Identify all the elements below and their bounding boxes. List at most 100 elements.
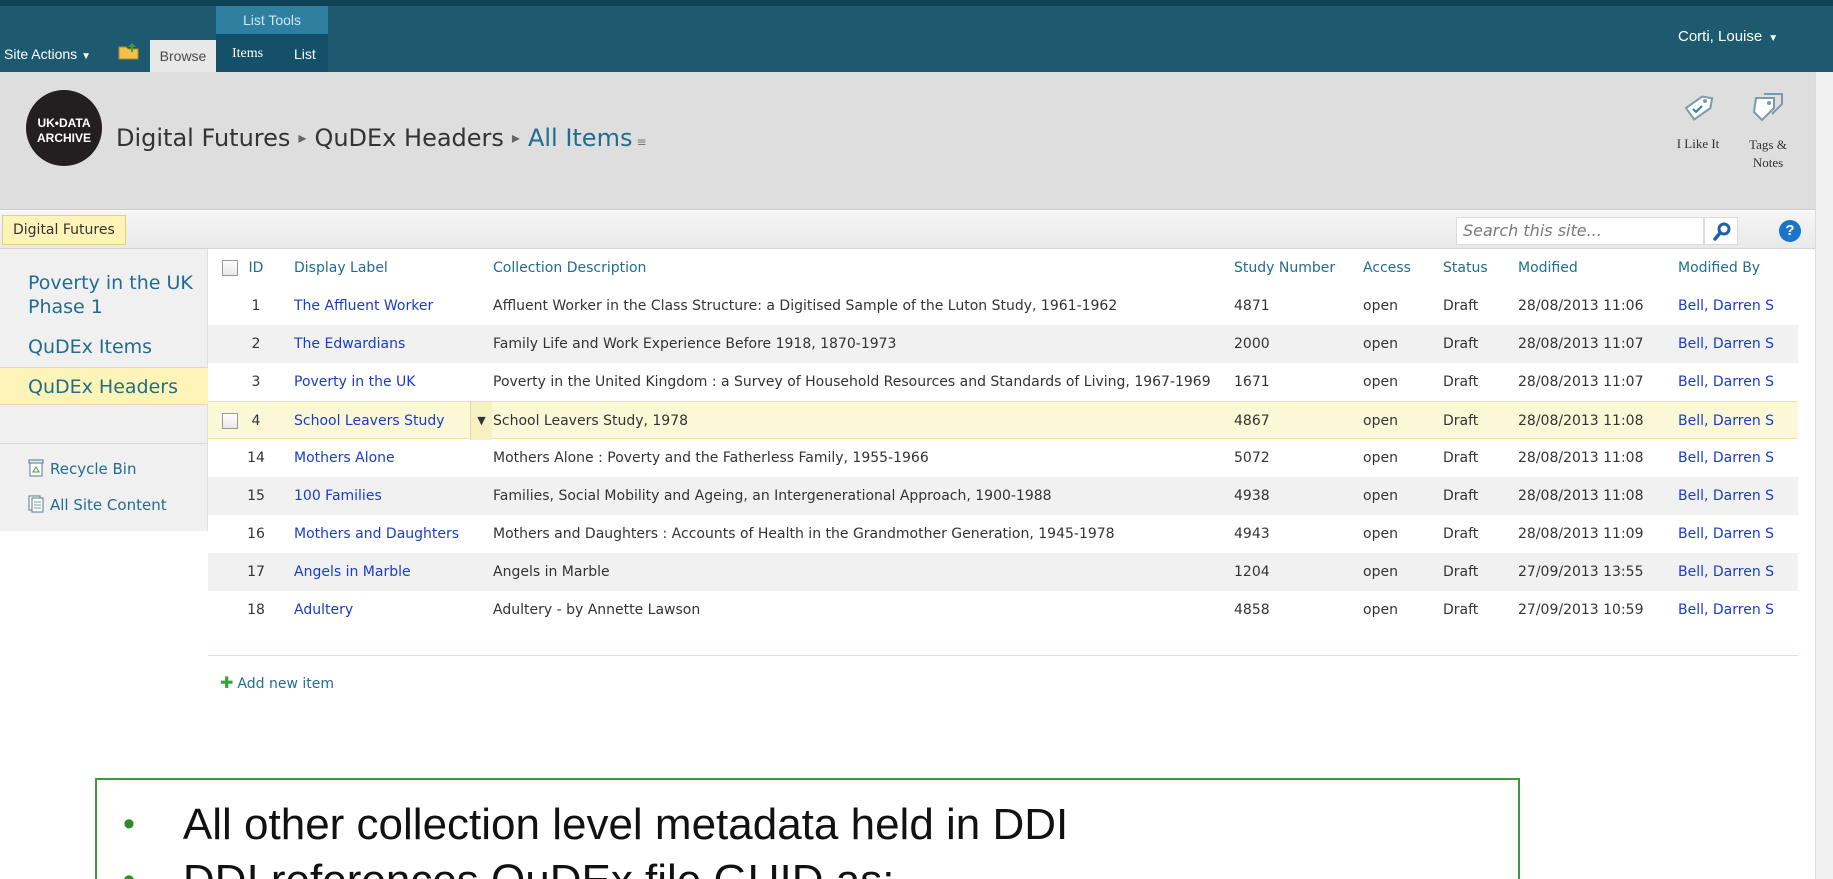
callout-bullet: • DDI references QuDEx file GUID as: — [123, 856, 894, 879]
table-row[interactable]: 17 Angels in Marble Angels in Marble 120… — [208, 553, 1798, 591]
search-button[interactable] — [1704, 217, 1738, 245]
cell-study-number: 2000 — [1234, 336, 1270, 352]
row-checkbox[interactable] — [222, 413, 238, 429]
table-row[interactable]: 18 Adultery Adultery - by Annette Lawson… — [208, 591, 1798, 629]
quick-launch: Poverty in the UK Phase 1 QuDEx Items Qu… — [0, 249, 208, 531]
cell-study-number: 4943 — [1234, 526, 1270, 542]
item-menu-dropdown-icon[interactable]: ▼ — [470, 402, 492, 440]
site-logo[interactable]: UK•DATA ARCHIVE — [26, 90, 102, 166]
vertical-scrollbar[interactable] — [1815, 72, 1833, 879]
cell-access: open — [1363, 488, 1398, 504]
search-input[interactable]: Search this site... — [1456, 217, 1704, 245]
table-row[interactable]: 3 Poverty in the UK Poverty in the Unite… — [208, 363, 1798, 401]
tab-list[interactable]: List — [294, 46, 316, 62]
cell-study-number: 1671 — [1234, 374, 1270, 390]
cell-display-label-link[interactable]: The Affluent Worker — [294, 287, 433, 325]
cell-modified: 28/08/2013 11:06 — [1518, 298, 1644, 314]
bullet-dot-icon: • — [123, 861, 135, 879]
cell-modified-by-link[interactable]: Bell, Darren S — [1678, 591, 1774, 629]
list-tools-label: List Tools — [216, 6, 328, 34]
cell-modified-by-link[interactable]: Bell, Darren S — [1678, 402, 1774, 440]
cell-display-label-link[interactable]: Mothers Alone — [294, 439, 395, 477]
cell-study-number: 4867 — [1234, 413, 1270, 429]
cell-study-number: 1204 — [1234, 564, 1270, 580]
sidebar-item-all-site-content[interactable]: All Site Content — [28, 495, 167, 514]
tags-notes-button[interactable]: Tags & Notes — [1740, 92, 1796, 172]
column-header-access[interactable]: Access — [1363, 249, 1411, 287]
column-header-study-number[interactable]: Study Number — [1234, 249, 1335, 287]
table-row[interactable]: 14 Mothers Alone Mothers Alone : Poverty… — [208, 439, 1798, 477]
cell-display-label-link[interactable]: The Edwardians — [294, 325, 405, 363]
i-like-it-button[interactable]: I Like It — [1672, 92, 1724, 152]
cell-modified-by-link[interactable]: Bell, Darren S — [1678, 325, 1774, 363]
cell-modified-by-link[interactable]: Bell, Darren S — [1678, 363, 1774, 401]
sidebar-item-poverty-in-the-uk[interactable]: Poverty in the UK Phase 1 — [28, 271, 198, 319]
bullet-dot-icon: • — [123, 805, 135, 843]
cell-modified-by-link[interactable]: Bell, Darren S — [1678, 439, 1774, 477]
site-actions-menu[interactable]: Site Actions ▼ — [4, 46, 91, 62]
i-like-it-label: I Like It — [1676, 136, 1720, 151]
recycle-bin-label: Recycle Bin — [50, 460, 137, 478]
cell-display-label-link[interactable]: Mothers and Daughters — [294, 515, 459, 553]
cell-study-number: 5072 — [1234, 450, 1270, 466]
chevron-down-icon: ▼ — [1768, 33, 1779, 44]
cell-display-label-link[interactable]: School Leavers Study — [294, 402, 445, 440]
cell-modified-by-link[interactable]: Bell, Darren S — [1678, 477, 1774, 515]
cell-access: open — [1363, 450, 1398, 466]
cell-modified-by-link[interactable]: Bell, Darren S — [1678, 287, 1774, 325]
sidebar-divider — [0, 443, 208, 444]
column-header-id[interactable]: ID — [240, 249, 272, 287]
cell-description: Angels in Marble — [493, 564, 610, 580]
tab-items[interactable]: Items — [232, 46, 263, 62]
cell-display-label-link[interactable]: Adultery — [294, 591, 353, 629]
cell-description: Family Life and Work Experience Before 1… — [493, 336, 897, 352]
table-row[interactable]: 16 Mothers and Daughters Mothers and Dau… — [208, 515, 1798, 553]
column-header-collection-description[interactable]: Collection Description — [493, 249, 646, 287]
tags-notes-label: Tags & Notes — [1749, 137, 1787, 170]
table-row[interactable]: 1 The Affluent Worker Affluent Worker in… — [208, 287, 1798, 325]
cell-modified-by-link[interactable]: Bell, Darren S — [1678, 515, 1774, 553]
cell-status: Draft — [1443, 298, 1479, 314]
cell-display-label-link[interactable]: Poverty in the UK — [294, 363, 415, 401]
cell-modified-by-link[interactable]: Bell, Darren S — [1678, 553, 1774, 591]
breadcrumb-separator-icon: ▸ — [298, 128, 307, 147]
ribbon: Site Actions ▼ Browse List Tools Items Li… — [0, 0, 1833, 72]
help-icon[interactable]: ? — [1779, 220, 1801, 242]
breadcrumb-site[interactable]: Digital Futures — [116, 124, 290, 152]
column-header-modified-by[interactable]: Modified By — [1678, 249, 1760, 287]
select-all-checkbox[interactable] — [222, 260, 238, 276]
table-row[interactable]: 2 The Edwardians Family Life and Work Ex… — [208, 325, 1798, 363]
cell-status: Draft — [1443, 336, 1479, 352]
recycle-bin-icon — [28, 459, 44, 477]
view-dropdown-icon[interactable]: ≡ — [636, 135, 646, 149]
cell-status: Draft — [1443, 526, 1479, 542]
cell-status: Draft — [1443, 488, 1479, 504]
cell-status: Draft — [1443, 450, 1479, 466]
table-header-row: ID Display Label Collection Description … — [208, 249, 1798, 287]
sidebar-item-qudex-headers[interactable]: QuDEx Headers — [28, 375, 178, 399]
column-header-display-label[interactable]: Display Label — [294, 249, 388, 287]
list-bottom-divider — [208, 655, 1798, 656]
breadcrumb-view[interactable]: All Items — [528, 124, 633, 152]
cell-display-label-link[interactable]: Angels in Marble — [294, 553, 411, 591]
tab-browse[interactable]: Browse — [150, 40, 216, 72]
sidebar-item-recycle-bin[interactable]: Recycle Bin — [28, 459, 136, 478]
cell-id: 4 — [251, 413, 261, 429]
user-menu[interactable]: Corti, Louise ▼ — [1678, 28, 1778, 45]
cell-id: 17 — [247, 564, 265, 580]
cell-display-label-link[interactable]: 100 Families — [294, 477, 382, 515]
table-row-selected[interactable]: 4 School Leavers Study ▼ School Leavers … — [208, 401, 1798, 440]
folder-up-icon[interactable] — [118, 42, 140, 60]
cell-id: 16 — [247, 526, 265, 542]
add-new-item-link[interactable]: ✚ Add new item — [220, 673, 334, 692]
column-header-modified[interactable]: Modified — [1518, 249, 1578, 287]
topnav-item-digital-futures[interactable]: Digital Futures — [2, 215, 126, 245]
sidebar-item-qudex-items[interactable]: QuDEx Items — [28, 335, 152, 359]
table-row[interactable]: 15 100 Families Families, Social Mobilit… — [208, 477, 1798, 515]
cell-description: School Leavers Study, 1978 — [493, 413, 689, 429]
cell-description: Poverty in the United Kingdom : a Survey… — [493, 374, 1211, 390]
cell-status: Draft — [1443, 564, 1479, 580]
column-header-status[interactable]: Status — [1443, 249, 1488, 287]
cell-id: 1 — [251, 298, 261, 314]
breadcrumb-list[interactable]: QuDEx Headers — [314, 124, 503, 152]
